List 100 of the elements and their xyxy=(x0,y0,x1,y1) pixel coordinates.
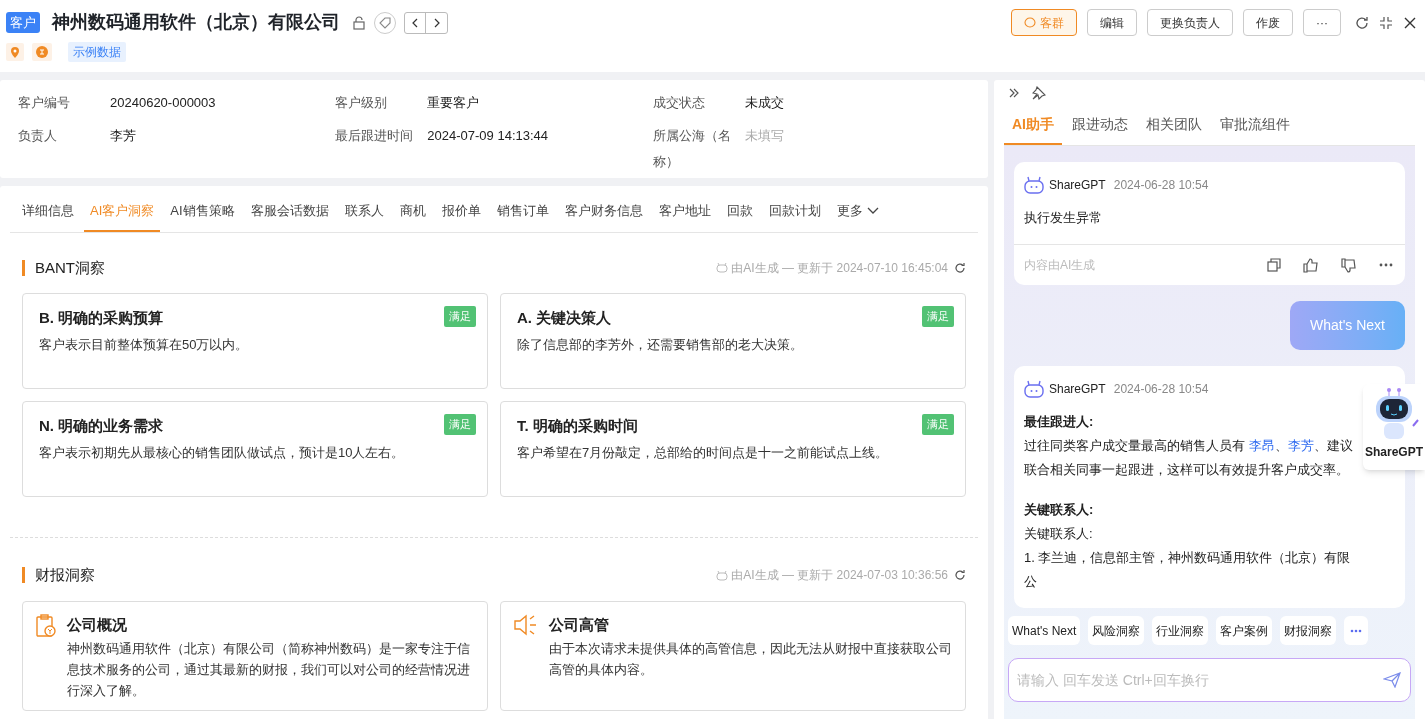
tag-icon xyxy=(379,16,391,29)
section-title: 财报洞察 xyxy=(35,565,95,585)
message-heading: 最佳跟进人: xyxy=(1024,413,1095,431)
tab[interactable]: 客服会话数据 xyxy=(244,201,335,232)
more-icon xyxy=(1350,628,1363,633)
speaker-icon xyxy=(513,613,539,636)
field-label: 成交状态 xyxy=(652,94,706,112)
ai-generated-note: 由AI生成 — 更新于 2024-07-03 10:36:56 xyxy=(731,567,948,585)
assistant-label: ShareGPT xyxy=(1365,444,1423,461)
action-button[interactable]: 作废 xyxy=(1243,9,1293,36)
refresh-icon[interactable] xyxy=(954,261,966,274)
quick-prompt-chip[interactable]: 客户案例 xyxy=(1216,616,1273,645)
card-title: 公司概况 xyxy=(67,614,128,635)
card-title: N. 明确的业务需求 xyxy=(39,416,164,436)
action-button[interactable]: 更换负责人 xyxy=(1147,9,1233,36)
action-button[interactable]: ··· xyxy=(1303,9,1341,36)
section-marker xyxy=(22,259,25,276)
message-time: 2024-06-28 10:54 xyxy=(1113,177,1209,194)
thumbs-up-icon[interactable] xyxy=(1303,257,1319,273)
status-badge: 满足 xyxy=(922,414,954,435)
pin-icon[interactable] xyxy=(1032,86,1046,100)
field-label: 最后跟进时间 xyxy=(335,127,415,145)
quick-prompt-chip[interactable]: 行业洞察 xyxy=(1152,616,1209,645)
field-label: 负责人 xyxy=(18,127,58,145)
robot-icon xyxy=(716,569,729,581)
assistant-launcher[interactable]: ShareGPT xyxy=(1363,384,1425,470)
field-value: 未填写 xyxy=(744,127,784,145)
refresh-icon[interactable] xyxy=(954,569,966,582)
chevron-right-icon xyxy=(432,17,441,28)
sender-name: ShareGPT xyxy=(1049,177,1106,194)
ai-disclaimer: 内容由AI生成 xyxy=(1024,257,1097,274)
sender-name: ShareGPT xyxy=(1049,381,1106,398)
message-input[interactable]: 请输入 回车发送 Ctrl+回车换行 xyxy=(1008,658,1411,702)
unlock-icon xyxy=(352,15,366,30)
panel-tab[interactable]: 跟进动态 xyxy=(1064,114,1136,145)
tab[interactable]: 销售订单 xyxy=(490,201,555,232)
send-icon[interactable] xyxy=(1383,672,1401,688)
chevron-down-icon xyxy=(866,206,879,215)
quick-prompt-chip[interactable]: 风险洞察 xyxy=(1088,616,1145,645)
message-text: 关键联系人: xyxy=(1024,525,1094,543)
tab[interactable]: 商机 xyxy=(393,201,432,232)
tab[interactable]: 客户财务信息 xyxy=(558,201,649,232)
tab[interactable]: 客户地址 xyxy=(652,201,717,232)
quick-prompt-chip[interactable]: 财报洞察 xyxy=(1280,616,1337,645)
location-pin-icon xyxy=(10,46,20,58)
double-chevron-right-icon[interactable] xyxy=(1008,87,1020,99)
tab[interactable]: 联系人 xyxy=(338,201,390,232)
card-text: 客户表示目前整体预算在50万以内。 xyxy=(39,335,250,354)
tab[interactable]: 回款 xyxy=(720,201,759,232)
field-value: 未成交 xyxy=(744,94,784,112)
panel-tab[interactable]: 相关团队 xyxy=(1138,114,1210,145)
tab[interactable]: 回款计划 xyxy=(762,201,827,232)
chevron-left-icon xyxy=(411,17,419,28)
field-value: 重要客户 xyxy=(427,94,480,112)
card-text: 客户希望在7月份敲定，总部给的时间点是十一之前能试点上线。 xyxy=(517,443,890,462)
person-link[interactable]: 李昂 xyxy=(1248,438,1275,453)
field-value: 李芳 xyxy=(110,127,136,145)
card-title: T. 明确的采购时间 xyxy=(517,416,638,436)
chat-bubble-icon xyxy=(1024,16,1036,29)
action-button[interactable]: 编辑 xyxy=(1087,9,1137,36)
status-badge: 满足 xyxy=(444,414,476,435)
user-message-bubble: What's Next xyxy=(1289,301,1405,350)
robot-icon xyxy=(1024,380,1044,398)
more-icon[interactable] xyxy=(1379,263,1393,267)
thumbs-down-icon[interactable] xyxy=(1341,257,1357,273)
tab[interactable]: 详细信息 xyxy=(16,201,80,232)
section-title: BANT洞察 xyxy=(35,257,105,278)
refresh-icon[interactable] xyxy=(1355,15,1369,30)
status-badge: 满足 xyxy=(444,306,476,327)
card-text: 客户表示初期先从最核心的销售团队做试点，预计是10人左右。 xyxy=(39,443,406,462)
card-text: 由于本次请求未提供具体的高管信息，因此无法从财报中直接获取公司高管的具体内容。 xyxy=(549,640,953,679)
close-icon[interactable] xyxy=(1403,15,1417,30)
copy-icon[interactable] xyxy=(1267,258,1281,272)
status-badge: 满足 xyxy=(922,306,954,327)
customer-tag: 客户 xyxy=(6,11,40,34)
field-label: 客户编号 xyxy=(18,94,71,112)
sample-data-badge: 示例数据 xyxy=(68,42,126,62)
robot-icon xyxy=(1024,176,1044,194)
field-label: 所属公海（名称） xyxy=(652,127,732,171)
field-label: 客户级别 xyxy=(335,94,389,112)
person-link[interactable]: 李芳 xyxy=(1287,438,1314,453)
card-title: A. 关键决策人 xyxy=(517,308,612,328)
tab[interactable]: 更多 xyxy=(830,201,885,232)
quick-prompt-chip[interactable]: What's Next xyxy=(1008,616,1081,645)
message-text: 执行发生异常 xyxy=(1024,209,1103,227)
company-title: 神州数码通用软件（北京）有限公司 xyxy=(52,11,340,34)
card-title: B. 明确的采购预算 xyxy=(39,308,164,328)
card-text: 神州数码通用软件（北京）有限公司（简称神州数码）是一家专注于信息技术服务的公司，通过其最新的财报，我们可以对公司的经营情况进行深入了解。 xyxy=(67,640,471,700)
panel-tab[interactable]: 审批流组件 xyxy=(1212,114,1298,145)
robot-icon xyxy=(716,262,729,274)
tab[interactable]: 报价单 xyxy=(435,201,487,232)
card-title: 公司高管 xyxy=(549,614,610,635)
document-money-icon xyxy=(35,613,57,638)
ai-generated-note: 由AI生成 — 更新于 2024-07-10 16:45:04 xyxy=(731,259,948,277)
message-heading: 关键联系人: xyxy=(1024,501,1095,519)
business-icon xyxy=(36,46,48,58)
field-value: 20240620-000003 xyxy=(110,94,216,112)
tab[interactable]: AI销售策略 xyxy=(164,201,241,232)
collapse-icon[interactable] xyxy=(1379,15,1393,30)
card-text: 除了信息部的李芳外，还需要销售部的老大决策。 xyxy=(517,335,804,354)
